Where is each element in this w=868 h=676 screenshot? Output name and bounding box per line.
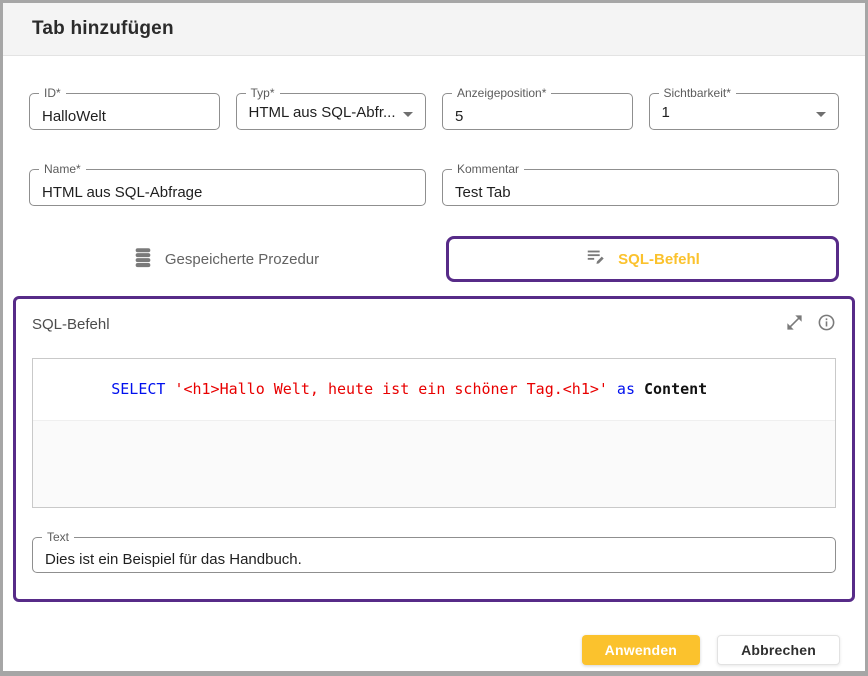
sql-code-line: SELECT '<h1>Hallo Welt, heute ist ein sch… [33, 359, 835, 421]
stored-procedure-toggle-button[interactable]: Gespeicherte Prozedur [29, 236, 422, 282]
anzeigeposition-field: Anzeigeposition* [442, 93, 633, 130]
sql-command-toggle-label: SQL-Befehl [618, 251, 700, 268]
sql-token-select: SELECT [111, 380, 165, 398]
text-field: Text [32, 537, 836, 573]
form-row-2: Name* Kommentar [29, 169, 839, 206]
cancel-button[interactable]: Abbrechen [717, 635, 840, 665]
sql-panel-header: SQL-Befehl [29, 313, 839, 335]
sql-panel-title: SQL-Befehl [32, 316, 110, 333]
database-icon [132, 246, 154, 272]
sql-token-as: as [617, 380, 635, 398]
text-field-label: Text [42, 530, 74, 545]
kommentar-field: Kommentar [442, 169, 839, 206]
dialog-footer: Anwenden Abbrechen [28, 635, 840, 665]
dialog-titlebar: Tab hinzufügen [3, 3, 865, 56]
info-button[interactable] [817, 313, 836, 335]
expand-button[interactable] [785, 313, 804, 335]
text-input[interactable] [33, 538, 835, 572]
apply-button[interactable]: Anwenden [582, 635, 700, 665]
add-tab-dialog: Tab hinzufügen ID* Typ* HTML aus SQL-Abf… [0, 0, 868, 676]
id-field: ID* [29, 93, 220, 130]
source-mode-toggle: Gespeicherte Prozedur SQL-Befehl [29, 236, 839, 282]
name-field-label: Name* [39, 162, 86, 177]
sichtbarkeit-field-label: Sichtbarkeit* [659, 86, 736, 101]
sql-command-toggle-button[interactable]: SQL-Befehl [446, 236, 839, 282]
info-icon [817, 313, 836, 335]
typ-field: Typ* HTML aus SQL-Abfr... [236, 93, 427, 130]
typ-select-value: HTML aus SQL-Abfr... [249, 104, 396, 121]
sichtbarkeit-field: Sichtbarkeit* 1 [649, 93, 840, 130]
dialog-title: Tab hinzufügen [32, 18, 174, 40]
form-row-1: ID* Typ* HTML aus SQL-Abfr... Anzeigepos… [29, 93, 839, 130]
name-field: Name* [29, 169, 426, 206]
sql-command-panel: SQL-Befehl [13, 296, 855, 602]
typ-field-label: Typ* [246, 86, 280, 101]
sichtbarkeit-select-value: 1 [662, 104, 670, 121]
sql-token-string: '<h1>Hallo Welt, heute ist ein schöner T… [174, 380, 607, 398]
id-field-label: ID* [39, 86, 66, 101]
sql-panel-actions [785, 313, 836, 335]
stored-procedure-toggle-label: Gespeicherte Prozedur [165, 251, 319, 268]
sql-token-content: Content [644, 380, 707, 398]
chevron-down-icon [816, 112, 826, 117]
chevron-down-icon [403, 112, 413, 117]
kommentar-field-label: Kommentar [452, 162, 524, 177]
sql-code-editor[interactable]: SELECT '<h1>Hallo Welt, heute ist ein sch… [32, 358, 836, 508]
playlist-edit-icon [585, 246, 607, 272]
open-in-full-icon [785, 313, 804, 335]
name-input[interactable] [30, 170, 425, 205]
anzeigeposition-field-label: Anzeigeposition* [452, 86, 551, 101]
